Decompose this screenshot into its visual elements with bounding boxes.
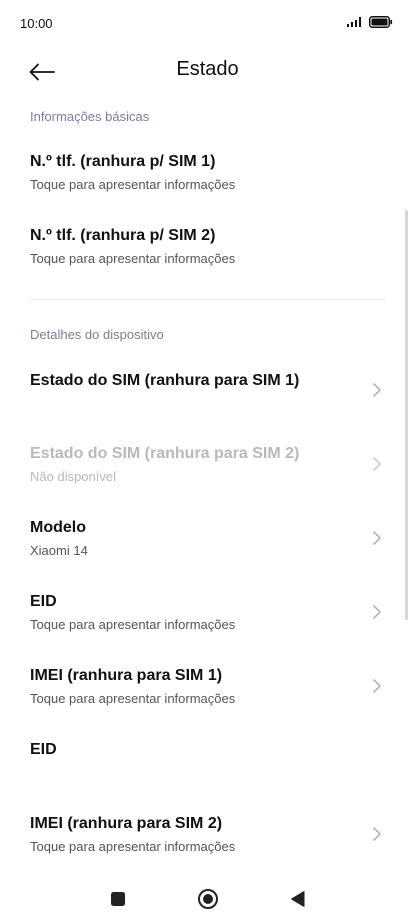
back-triangle-icon (291, 891, 305, 907)
list-item-imei-sim2[interactable]: IMEI (ranhura para SIM 2) Toque para apr… (0, 807, 401, 863)
list-item-sim1-status[interactable]: Estado do SIM (ranhura para SIM 1) (0, 362, 401, 418)
signal-icon (347, 17, 361, 27)
row-title: Estado do SIM (ranhura para SIM 2) (30, 445, 300, 462)
chevron-right-icon (373, 679, 381, 693)
app-header: Estado (0, 48, 415, 96)
row-title: Estado do SIM (ranhura para SIM 1) (30, 372, 300, 389)
home-circle-icon (198, 889, 218, 909)
section-header-device-details: Detalhes do dispositivo (30, 327, 164, 342)
row-subtitle: Toque para apresentar informações (30, 691, 236, 706)
chevron-right-icon (373, 383, 381, 397)
row-title: N.º tlf. (ranhura p/ SIM 2) (30, 227, 216, 244)
chevron-right-icon (373, 457, 381, 471)
status-bar: 10:00 (0, 0, 415, 48)
chevron-right-icon (373, 531, 381, 545)
list-item-sim2-status: Estado do SIM (ranhura para SIM 2) Não d… (0, 437, 401, 493)
row-subtitle: Toque para apresentar informações (30, 839, 236, 854)
recents-button[interactable] (103, 886, 133, 912)
row-title: N.º tlf. (ranhura p/ SIM 1) (30, 153, 216, 170)
system-nav-bar (0, 876, 415, 924)
battery-icon (369, 16, 393, 28)
row-subtitle: Toque para apresentar informações (30, 251, 236, 266)
row-title: Modelo (30, 519, 86, 536)
list-item-imei-sim1[interactable]: IMEI (ranhura para SIM 1) Toque para apr… (0, 659, 401, 715)
recents-square-icon (111, 892, 125, 906)
list-item-model[interactable]: Modelo Xiaomi 14 (0, 511, 401, 567)
row-subtitle: Toque para apresentar informações (30, 617, 236, 632)
list-item-phone-number-sim1[interactable]: N.º tlf. (ranhura p/ SIM 1) Toque para a… (0, 145, 401, 205)
chevron-right-icon (373, 827, 381, 841)
row-title: EID (30, 593, 57, 610)
section-header-basic-info: Informações básicas (30, 109, 150, 124)
list-item-eid[interactable]: EID Toque para apresentar informações (0, 585, 401, 641)
home-button[interactable] (193, 886, 223, 912)
page-title: Estado (176, 58, 239, 80)
status-time: 10:00 (20, 16, 53, 31)
list-item-phone-number-sim2[interactable]: N.º tlf. (ranhura p/ SIM 2) Toque para a… (0, 219, 401, 279)
chevron-right-icon (373, 605, 381, 619)
row-title: IMEI (ranhura para SIM 2) (30, 815, 223, 832)
section-divider (30, 299, 385, 300)
row-title: EID (30, 741, 57, 758)
status-icons (347, 16, 393, 28)
row-subtitle: Toque para apresentar informações (30, 177, 236, 192)
list-item-eid-2[interactable]: EID (0, 733, 401, 789)
row-title: IMEI (ranhura para SIM 1) (30, 667, 223, 684)
row-subtitle: Xiaomi 14 (30, 543, 88, 558)
scrollbar[interactable] (405, 210, 408, 620)
row-subtitle: Não disponível (30, 469, 116, 484)
nav-back-button[interactable] (283, 886, 313, 912)
